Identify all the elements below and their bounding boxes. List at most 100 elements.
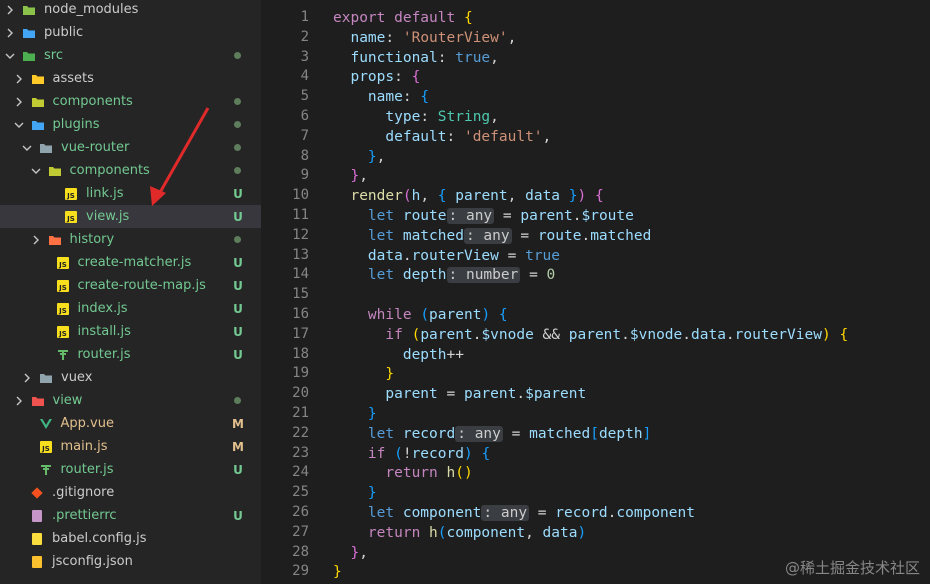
explorer-folder-row[interactable]: src <box>0 44 261 67</box>
explorer-file-row[interactable]: jsconfig.json <box>0 550 261 573</box>
code-line[interactable]: } <box>333 562 342 582</box>
code-token: ( <box>420 307 430 323</box>
code-line[interactable]: return h(component, data) <box>333 523 586 543</box>
explorer-item-label: App.vue <box>60 416 114 431</box>
code-line[interactable]: type: String, <box>333 107 499 127</box>
code-line[interactable]: let route: any = parent.$route <box>333 206 634 226</box>
line-number: 15 <box>292 286 309 303</box>
explorer-file-row[interactable]: JS create-matcher.js U <box>0 251 261 274</box>
explorer-folder-row[interactable]: vuex <box>0 366 261 389</box>
explorer-file-row[interactable]: babel.config.js <box>0 527 261 550</box>
code-line[interactable]: return h() <box>333 463 472 483</box>
explorer-file-row[interactable]: JS link.js U <box>0 182 261 205</box>
chevron-down-icon[interactable] <box>30 165 42 177</box>
components-folder-icon <box>31 95 45 109</box>
code-line[interactable]: props: { <box>333 67 420 87</box>
code-token: = <box>494 208 521 224</box>
code-line[interactable]: }, <box>333 147 385 167</box>
explorer-folder-row[interactable]: history <box>0 228 261 251</box>
code-line[interactable]: name: { <box>333 87 429 107</box>
code-line[interactable]: data.routerView = true <box>333 246 560 266</box>
code-token: { <box>463 10 473 26</box>
explorer-folder-row[interactable]: public <box>0 21 261 44</box>
code-line[interactable]: depth++ <box>333 345 464 365</box>
line-number: 8 <box>300 147 309 164</box>
explorer-folder-row[interactable]: assets <box>0 67 261 90</box>
js-file-icon: JS <box>64 210 78 224</box>
code-line[interactable]: let component: any = record.component <box>333 503 695 523</box>
code-token: data <box>691 326 726 343</box>
code-token: record <box>555 505 608 521</box>
chevron-down-icon[interactable] <box>21 142 33 154</box>
code-token: parent <box>429 307 482 323</box>
code-token: . <box>516 386 526 403</box>
explorer-folder-row[interactable]: view <box>0 389 261 412</box>
chevron-right-icon[interactable] <box>4 27 16 39</box>
git-change-dot <box>234 98 241 105</box>
chevron-right-icon[interactable] <box>13 73 25 85</box>
code-line[interactable]: parent = parent.$parent <box>333 384 586 404</box>
code-line[interactable]: let matched: any = route.matched <box>333 226 651 246</box>
code-line[interactable]: } <box>333 404 377 424</box>
code-token: routerView <box>734 326 822 343</box>
code-line[interactable]: render(h, { parent, data }) { <box>333 186 604 206</box>
code-token: String <box>437 109 491 125</box>
explorer-file-row[interactable]: router.js U <box>0 343 261 366</box>
code-token: props <box>333 69 395 86</box>
code-line[interactable]: }, <box>333 166 367 186</box>
code-line[interactable]: if (!record) { <box>333 444 490 464</box>
code-line[interactable]: let depth: number = 0 <box>333 265 555 285</box>
explorer-item-label: node_modules <box>44 2 139 17</box>
explorer-item-label: src <box>44 48 63 63</box>
chevron-right-icon[interactable] <box>4 4 16 16</box>
explorer-file-row[interactable]: JS view.js U <box>0 205 261 228</box>
code-line[interactable]: } <box>333 364 394 384</box>
git-status-badge: U <box>233 301 243 316</box>
code-line[interactable]: if (parent.$vnode && parent.$vnode.data.… <box>333 325 848 345</box>
code-line[interactable]: functional: true, <box>333 48 498 68</box>
chevron-right-icon[interactable] <box>13 395 25 407</box>
chevron-down-icon[interactable] <box>4 50 16 62</box>
chevron-right-icon[interactable] <box>21 372 33 384</box>
line-number: 16 <box>292 306 309 322</box>
explorer-file-row[interactable]: JS install.js U <box>0 320 261 343</box>
code-token: 'default' <box>463 128 543 145</box>
code-token: } <box>385 366 395 383</box>
explorer-file-row[interactable]: App.vue M <box>0 412 261 435</box>
explorer-folder-row[interactable]: components <box>0 90 261 113</box>
explorer-file-row[interactable]: JS index.js U <box>0 297 261 320</box>
svg-text:JS: JS <box>66 215 75 223</box>
explorer-folder-row[interactable]: vue-router <box>0 136 261 159</box>
line-number: 5 <box>300 88 309 105</box>
code-token: { <box>839 326 849 343</box>
line-number: 22 <box>292 424 309 441</box>
explorer-file-row[interactable]: JS main.js M <box>0 435 261 458</box>
code-token: { <box>594 188 604 205</box>
code-token: . <box>581 227 591 244</box>
code-token: matched <box>590 227 652 244</box>
explorer-file-row[interactable]: .prettierrc U <box>0 504 261 527</box>
explorer-folder-row[interactable]: components <box>0 159 261 182</box>
chevron-right-icon[interactable] <box>30 234 42 246</box>
line-number: 14 <box>292 266 309 283</box>
explorer-folder-row[interactable]: plugins <box>0 113 261 136</box>
chevron-down-icon[interactable] <box>13 119 25 131</box>
code-token: = <box>502 425 530 442</box>
code-line[interactable]: while (parent) { <box>333 305 508 325</box>
code-line[interactable]: } <box>333 483 377 503</box>
explorer-folder-row[interactable]: node_modules <box>0 0 261 21</box>
code-line[interactable]: name: 'RouterView', <box>333 28 516 48</box>
code-token: ( <box>394 445 403 462</box>
code-line[interactable]: export default { <box>333 8 473 28</box>
code-token: } <box>367 485 377 502</box>
explorer-file-row[interactable]: JS create-route-map.js U <box>0 274 261 297</box>
chevron-right-icon[interactable] <box>13 96 25 108</box>
code-token: } <box>350 544 360 561</box>
code-line[interactable]: let record: any = matched[depth] <box>333 424 651 444</box>
explorer-file-row[interactable]: .gitignore <box>0 481 261 504</box>
explorer-file-row[interactable]: router.js U <box>0 458 261 481</box>
code-editor[interactable]: 1 2 3 4 5 6 7 8 9 10 11 12 13 14 15 16 17 18 19 20 21 22 23 24 2… <box>261 0 930 584</box>
code-line[interactable]: default: 'default', <box>333 127 551 147</box>
code-line[interactable]: }, <box>333 543 367 563</box>
code-token: . <box>621 326 630 343</box>
